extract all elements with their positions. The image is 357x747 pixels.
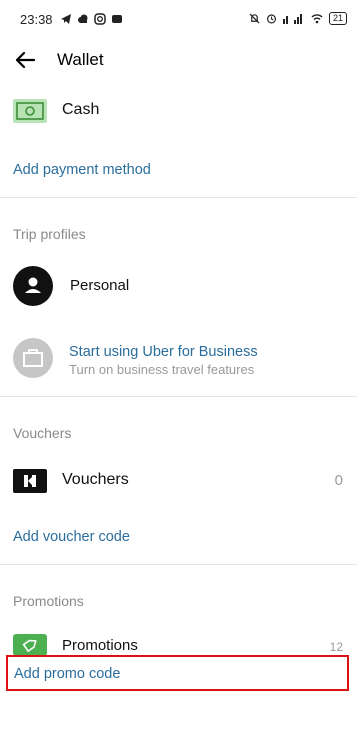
vouchers-label: Vouchers: [62, 471, 129, 488]
status-time: 23:38: [20, 12, 53, 27]
vouchers-section-title: Vouchers: [13, 425, 72, 441]
status-notification-icons: [60, 13, 123, 25]
divider: [0, 396, 357, 397]
wifi-icon: [311, 14, 323, 24]
promotions-count: 12: [329, 640, 343, 654]
app-icon: [112, 15, 122, 23]
add-promo-code-highlight[interactable]: Add promo code: [6, 655, 349, 691]
business-profile-row[interactable]: Start using Uber for Business Turn on bu…: [0, 334, 357, 382]
personal-profile-row[interactable]: Personal: [0, 262, 357, 310]
cash-label: Cash: [62, 101, 100, 118]
page-title: Wallet: [57, 50, 104, 69]
silent-bell-icon: [249, 13, 260, 24]
back-arrow-icon: [15, 51, 36, 69]
briefcase-icon: [13, 338, 53, 378]
vouchers-count: 0: [334, 472, 343, 489]
battery-indicator: 21: [328, 12, 347, 25]
add-promo-code-link[interactable]: Add promo code: [14, 666, 120, 682]
promotions-section-title: Promotions: [13, 593, 84, 609]
person-icon: [13, 266, 53, 306]
divider: [0, 564, 357, 565]
voucher-icon: [13, 469, 47, 493]
vouchers-row[interactable]: Vouchers 0: [0, 458, 357, 502]
status-system-icons: 21: [249, 12, 347, 25]
cash-icon: [13, 99, 47, 123]
business-title: Start using Uber for Business: [69, 344, 258, 360]
personal-label: Personal: [70, 277, 130, 294]
trip-profiles-section-title: Trip profiles: [13, 226, 86, 242]
back-button[interactable]: [14, 49, 38, 71]
tag-icon: [13, 634, 47, 656]
add-payment-method-link[interactable]: Add payment method: [13, 162, 151, 178]
cloud-icon: [78, 14, 88, 23]
divider: [0, 197, 357, 198]
instagram-icon: [94, 13, 106, 25]
add-voucher-code-link[interactable]: Add voucher code: [13, 529, 130, 545]
telegram-icon: [61, 14, 71, 24]
business-subtitle: Turn on business travel features: [69, 362, 255, 377]
cash-row[interactable]: Cash: [0, 88, 357, 132]
alarm-icon: [266, 14, 277, 24]
promotions-label: Promotions: [62, 637, 138, 654]
signal-icon: [282, 14, 302, 24]
